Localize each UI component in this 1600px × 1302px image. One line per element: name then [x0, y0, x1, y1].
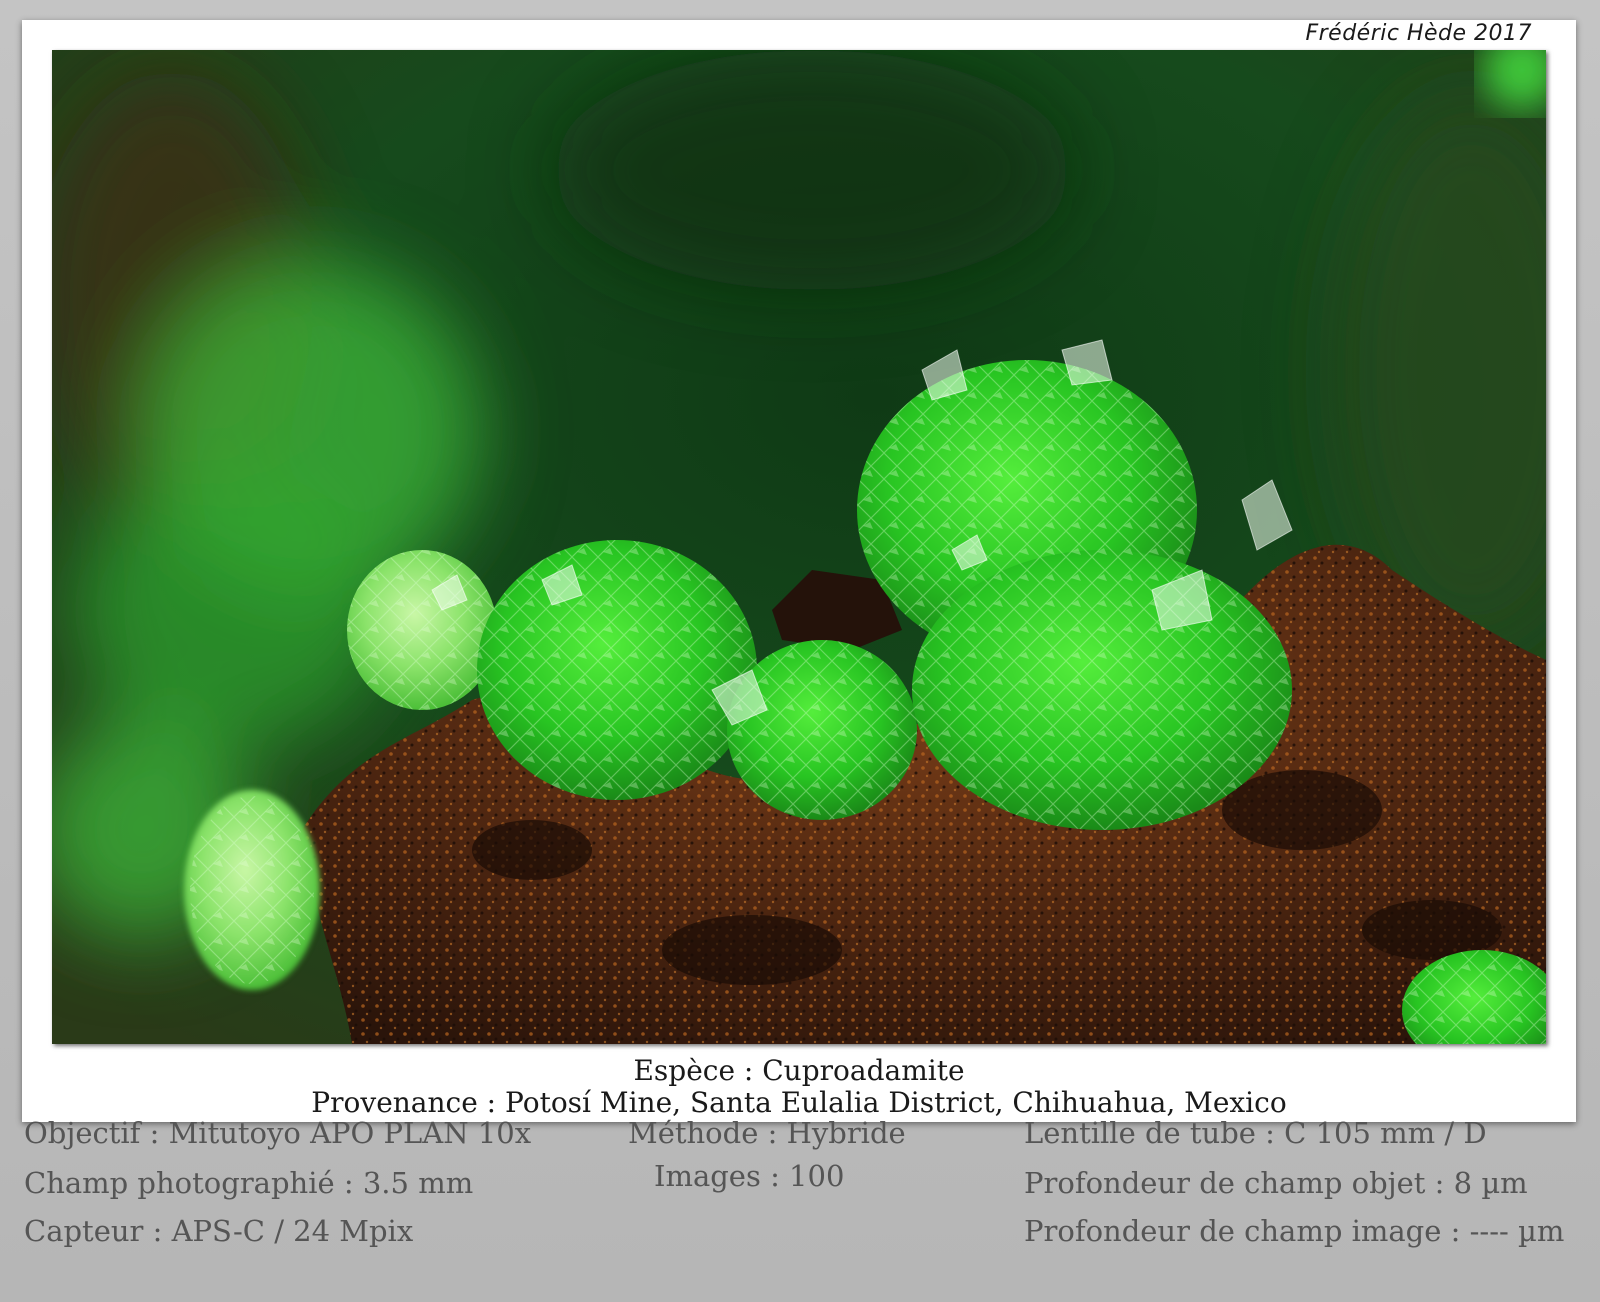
- objective-spec: Objectif : Mitutoyo APO PLAN 10x: [24, 1116, 532, 1150]
- photo-card: Frédéric Hède 2017 Espèce: Cuproadamite…: [22, 20, 1576, 1122]
- object-dof-spec: Profondeur de champ objet : 8 µm: [1024, 1166, 1528, 1200]
- field-spec: Champ photographié : 3.5 mm: [24, 1166, 474, 1200]
- image-dof-spec: Profondeur de champ image : ---- µm: [1024, 1214, 1565, 1248]
- photo-plate: Frédéric Hède 2017 Espèce: Cuproadamite…: [0, 0, 1600, 1302]
- species-caption: Espèce : Cuproadamite: [633, 1054, 965, 1087]
- locality-caption: Provenance : Potosí Mine, Santa Eulalia …: [311, 1086, 1287, 1119]
- images-spec: Images : 100: [654, 1159, 845, 1193]
- method-spec: Méthode : Hybride: [628, 1116, 906, 1150]
- tube-lens-spec: Lentille de tube : C 105 mm / D: [1024, 1116, 1487, 1150]
- sensor-spec: Capteur : APS-C / 24 Mpix: [24, 1214, 414, 1248]
- mineral-photo: [52, 50, 1546, 1044]
- photographer-credit: Frédéric Hède 2017: [1305, 21, 1532, 46]
